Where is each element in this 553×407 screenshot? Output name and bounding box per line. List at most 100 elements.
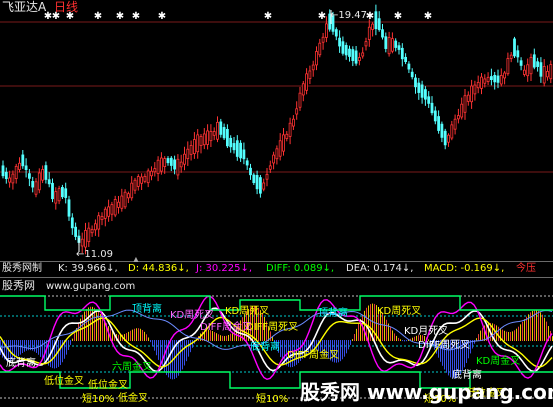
candle-body	[404, 56, 408, 63]
histogram-bar	[192, 340, 193, 348]
histogram-bar	[542, 314, 543, 341]
candle-body	[11, 173, 15, 184]
histogram-bar	[498, 326, 499, 341]
signal-label: DIFF周死叉	[246, 322, 299, 333]
signal-label: 低位金叉	[44, 376, 84, 387]
histogram-bar	[178, 340, 179, 376]
histogram-bar	[132, 329, 133, 341]
candle-body	[90, 228, 94, 234]
histogram-bar	[546, 321, 547, 341]
histogram-bar	[358, 323, 359, 341]
candle-body	[8, 177, 12, 183]
histogram-bar	[144, 331, 145, 341]
candle-body	[245, 160, 249, 166]
candle-body	[417, 82, 421, 93]
candle-body	[311, 64, 315, 71]
histogram-bar	[392, 330, 393, 341]
candle-body	[37, 172, 41, 191]
candle-body	[173, 159, 177, 170]
candle-body	[225, 128, 229, 147]
candle-body	[423, 89, 427, 100]
signal-label: 低位金叉	[88, 380, 128, 391]
candle-body	[308, 70, 312, 80]
histogram-bar	[128, 331, 129, 341]
histogram-bar	[482, 327, 483, 341]
candle-body	[516, 50, 520, 58]
candle-body	[202, 133, 206, 146]
low-price-label: ←11.09	[76, 249, 114, 260]
candle-body	[493, 74, 497, 83]
candle-body	[447, 134, 450, 143]
candle-body	[166, 158, 170, 164]
candle-body	[489, 76, 493, 80]
diff-value: DIFF: 0.089↓,	[266, 263, 335, 274]
signal-marker-icon: ✱	[394, 11, 402, 22]
histogram-bar	[154, 340, 155, 351]
signal-marker-icon: ✱	[94, 11, 102, 22]
candle-body	[199, 136, 203, 146]
histogram-bar	[280, 340, 281, 357]
histogram-bar	[34, 340, 35, 352]
histogram-bar	[224, 336, 225, 341]
histogram-bar	[214, 332, 215, 341]
histogram-bar	[368, 305, 369, 341]
candle-body	[186, 148, 190, 160]
candle-body	[84, 230, 87, 248]
candle-body	[192, 139, 196, 155]
histogram-bar	[26, 340, 27, 351]
candle-body	[321, 36, 325, 43]
histogram-bar	[522, 321, 523, 341]
histogram-bar	[406, 340, 407, 342]
signal-label: 顶背离	[318, 308, 348, 319]
histogram-bar	[134, 328, 135, 341]
candle-body	[526, 64, 530, 77]
indicator-name[interactable]: 股秀网制	[2, 262, 42, 276]
signal-marker-icon: ✱	[132, 11, 140, 22]
histogram-bar	[138, 328, 139, 341]
candle-body	[57, 188, 61, 202]
histogram-bar	[400, 339, 401, 341]
histogram-bar	[186, 340, 187, 362]
candle-body	[476, 81, 480, 89]
candle-body	[456, 115, 460, 120]
candlestick-series[interactable]	[1, 4, 553, 255]
histogram-bar	[130, 330, 131, 341]
histogram-bar	[2, 340, 3, 358]
candle-body	[390, 38, 394, 52]
candle-body	[400, 47, 404, 60]
candle-body	[183, 153, 186, 165]
d-value: D: 44.836↓,	[128, 263, 189, 274]
histogram-bar	[36, 340, 37, 353]
candle-body	[27, 173, 31, 179]
histogram-bar	[474, 340, 475, 344]
histogram-bar	[84, 311, 85, 341]
histogram-bar	[536, 310, 537, 341]
candle-body	[54, 191, 58, 204]
candle-body	[466, 94, 470, 102]
candle-body	[364, 41, 368, 47]
histogram-bar	[126, 333, 127, 341]
signal-marker-icon: ✱	[116, 11, 124, 22]
candle-body	[523, 69, 526, 75]
histogram-bar	[228, 334, 229, 341]
histogram-bar	[506, 331, 507, 341]
candle-body	[506, 58, 510, 75]
histogram-bar	[16, 340, 17, 358]
candle-body	[255, 175, 259, 190]
histogram-bar	[346, 340, 347, 354]
site-url: www.gupang.com	[46, 281, 136, 292]
histogram-bar	[86, 309, 87, 341]
candle-body	[103, 208, 107, 219]
candle-body	[443, 130, 447, 146]
candle-body	[239, 142, 243, 159]
candle-body	[453, 118, 457, 130]
histogram-bar	[226, 335, 227, 341]
period-label[interactable]: 日线	[54, 0, 78, 14]
candle-body	[176, 158, 180, 176]
signal-label: 六周金叉	[112, 362, 152, 373]
candle-body	[140, 176, 144, 184]
candle-body	[463, 95, 467, 113]
histogram-bar	[398, 337, 399, 341]
signal-label: DIFF周金叉	[200, 322, 253, 333]
histogram-bar	[524, 319, 525, 341]
